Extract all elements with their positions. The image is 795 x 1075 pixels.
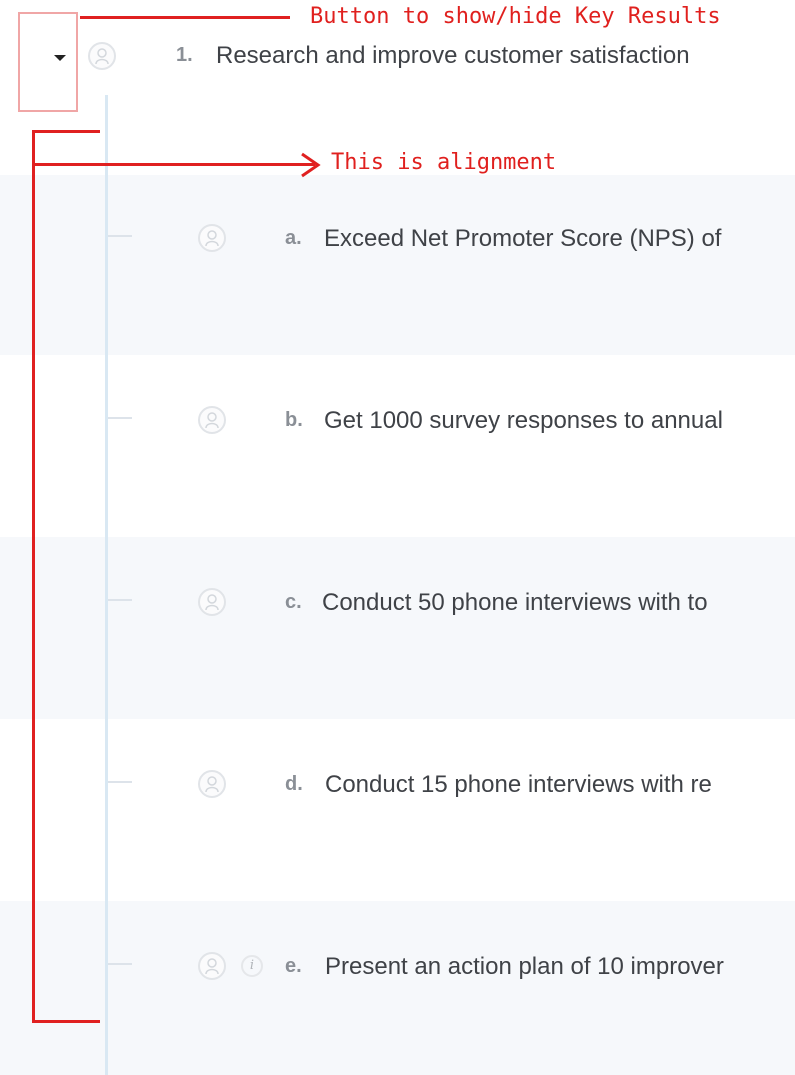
annotation-alignment-note: This is alignment <box>331 150 557 175</box>
key-result-title[interactable]: Get 1000 survey responses to annual <box>324 407 723 435</box>
alignment-tick <box>108 417 132 419</box>
alignment-tick <box>108 781 132 783</box>
annotation-bracket-top <box>32 130 100 133</box>
user-avatar-icon[interactable] <box>198 588 226 616</box>
info-icon[interactable]: i <box>241 955 263 977</box>
annotation-arrow-head <box>301 152 321 178</box>
annotation-arrow-shaft <box>35 163 315 166</box>
key-result-title[interactable]: Conduct 15 phone interviews with re <box>325 771 712 799</box>
user-avatar-icon[interactable] <box>198 406 226 434</box>
annotation-toggle-note: Button to show/hide Key Results <box>310 4 721 29</box>
annotation-bracket-side <box>32 130 35 1023</box>
key-result-title[interactable]: Exceed Net Promoter Score (NPS) of <box>324 225 721 253</box>
annotation-bracket-bottom <box>32 1020 100 1023</box>
user-avatar-icon[interactable] <box>198 952 226 980</box>
key-result-letter: b. <box>285 409 303 431</box>
key-result-letter: a. <box>285 227 302 249</box>
annotation-pointer-line <box>80 16 290 19</box>
key-result-letter: d. <box>285 773 303 795</box>
key-result-letter: c. <box>285 591 302 613</box>
key-result-title[interactable]: Present an action plan of 10 improver <box>325 953 724 981</box>
alignment-tick <box>108 235 132 237</box>
key-result-letter: e. <box>285 955 302 977</box>
user-avatar-icon[interactable] <box>198 770 226 798</box>
key-result-title[interactable]: Conduct 50 phone interviews with to <box>322 589 708 617</box>
alignment-tick <box>108 963 132 965</box>
alignment-tick <box>108 599 132 601</box>
user-avatar-icon[interactable] <box>198 224 226 252</box>
